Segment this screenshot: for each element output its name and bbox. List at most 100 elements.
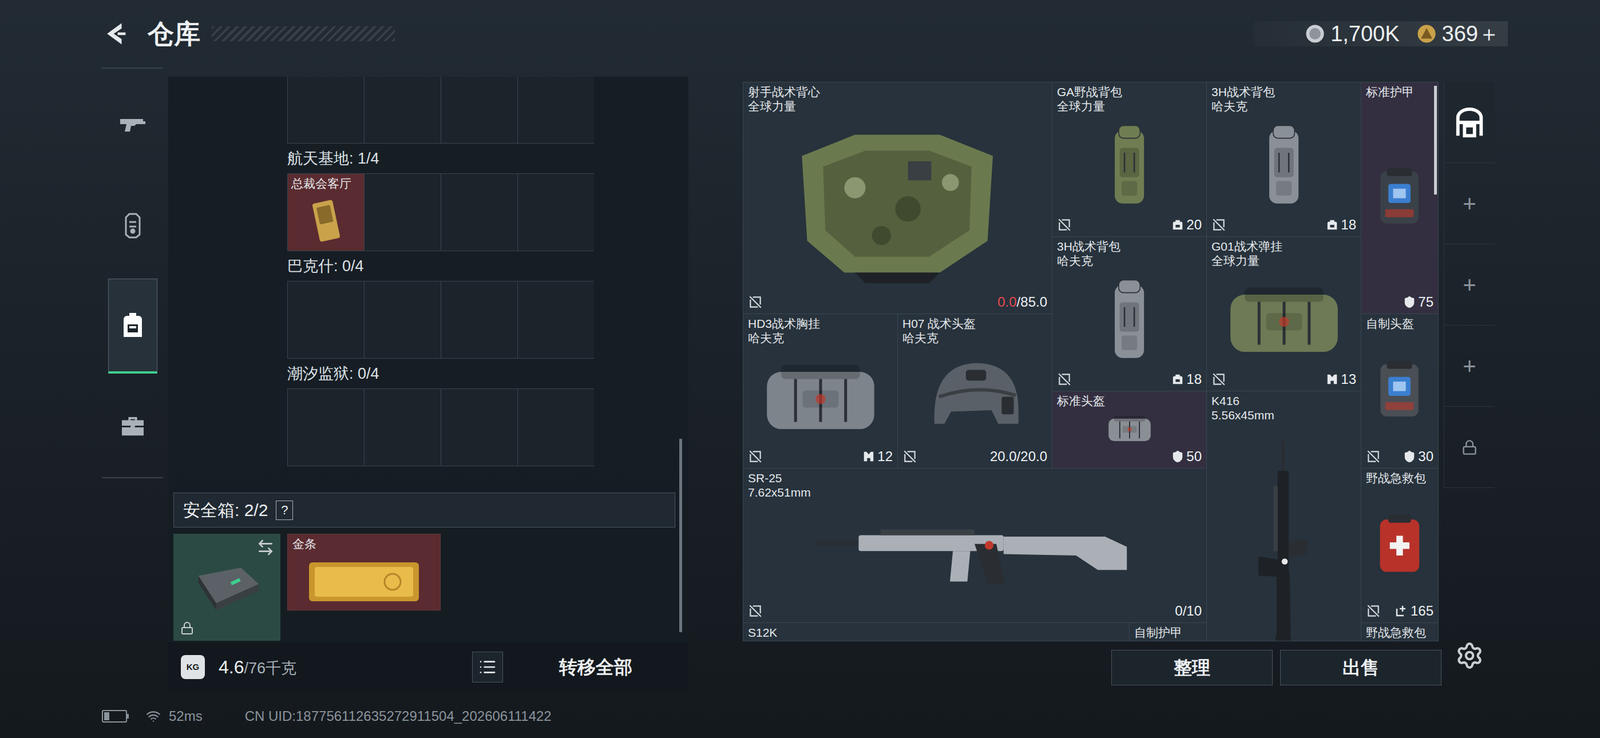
stash-section: 射手战术背心全球力量0.0/85.0GA野战背包全球力量203H战术背包哈夫克1… — [742, 81, 1439, 686]
key-slot[interactable] — [441, 281, 518, 359]
settings-icon[interactable] — [1455, 641, 1484, 671]
stash-item[interactable]: 3H战术背包哈夫克18 — [1052, 236, 1207, 391]
key-slot[interactable] — [517, 76, 594, 144]
armor-level-icon — [1171, 450, 1184, 463]
stash-item[interactable]: 标准头盔50 — [1052, 391, 1207, 469]
scrollbar[interactable] — [679, 438, 683, 633]
key-slot[interactable] — [364, 281, 441, 359]
stash-item[interactable]: HD3战术胸挂哈夫克12 — [743, 314, 898, 469]
item-footer: 165 — [1361, 603, 1439, 623]
key-slot[interactable] — [517, 173, 594, 251]
item-art-area — [743, 345, 898, 449]
item-art-area — [743, 499, 1207, 604]
key-slot[interactable]: 总裁会客厅 — [287, 173, 364, 251]
stat-reading: 13 — [1325, 371, 1357, 388]
item-title: HD3战术胸挂哈夫克 — [743, 314, 898, 346]
key-slot[interactable] — [364, 173, 441, 251]
item-sub: 哈夫克 — [747, 330, 893, 346]
stash-tab[interactable] — [1444, 81, 1495, 164]
item-footer: 75 — [1361, 294, 1439, 314]
key-slot[interactable] — [441, 76, 518, 144]
title-stripe — [211, 26, 395, 42]
swap-icon[interactable] — [256, 538, 275, 557]
currency[interactable]: 1,700K — [1305, 21, 1400, 47]
item-art-area — [743, 113, 1052, 295]
backpack-art — [1067, 278, 1191, 362]
stash-item[interactable]: 自制护甲 — [1129, 623, 1207, 642]
rifle-art — [1245, 440, 1323, 642]
rig-icon — [1325, 373, 1339, 386]
stash-tab[interactable]: + — [1444, 163, 1495, 245]
item-title: 野战急救包 — [1361, 468, 1439, 486]
action-button[interactable]: 出售 — [1280, 650, 1442, 686]
vest-art — [761, 124, 1033, 284]
stash-tabs: +++ — [1443, 81, 1495, 671]
key-slot[interactable] — [517, 389, 594, 466]
item-sub: 7.62x51mm — [747, 485, 1202, 500]
stash-item[interactable]: 野战急救包 165 — [1361, 468, 1439, 623]
item-title: G01战术弹挂全球力量 — [1206, 236, 1361, 268]
keycard-art — [309, 197, 344, 244]
nav-item[interactable] — [101, 275, 164, 377]
no-insure-icon — [747, 294, 763, 310]
stash-item[interactable]: H07 战术头盔哈夫克20.0/20.0 — [897, 314, 1052, 469]
no-insure-icon — [1211, 371, 1227, 387]
item-footer: 30 — [1361, 448, 1439, 469]
stat-reading: 75 — [1403, 294, 1434, 311]
stash-item[interactable]: G01战术弹挂全球力量 13 — [1206, 236, 1361, 391]
item-sub: 哈夫克 — [1056, 253, 1202, 268]
item-art-area — [1052, 408, 1207, 449]
capacity-icon — [1171, 218, 1184, 232]
action-button[interactable]: 整理 — [1111, 650, 1273, 686]
stash-item[interactable]: K4165.56x45mm — [1206, 391, 1361, 642]
nav-item[interactable] — [101, 376, 164, 478]
stash-tab[interactable]: + — [1444, 244, 1495, 326]
back-icon[interactable] — [101, 20, 129, 47]
key-slot[interactable] — [364, 76, 441, 144]
help-button[interactable]: ? — [275, 500, 293, 521]
item-title: 3H战术背包哈夫克 — [1206, 82, 1361, 114]
stash-item[interactable]: GA野战背包全球力量20 — [1052, 82, 1207, 237]
item-title: K4165.56x45mm — [1206, 391, 1361, 423]
nav-item[interactable] — [101, 175, 164, 276]
grid-scrollbar[interactable] — [1434, 85, 1437, 195]
list-button[interactable] — [472, 651, 504, 683]
stash-grid: 射手战术背心全球力量0.0/85.0GA野战背包全球力量203H战术背包哈夫克1… — [743, 82, 1439, 642]
key-slot[interactable] — [287, 389, 364, 466]
stash-grid-panel: 射手战术背心全球力量0.0/85.0GA野战背包全球力量203H战术背包哈夫克1… — [742, 81, 1439, 642]
stash-item[interactable]: 3H战术背包哈夫克18 — [1206, 82, 1361, 237]
key-slot[interactable] — [287, 76, 364, 144]
stash-tab[interactable] — [1444, 406, 1495, 489]
stash-item[interactable]: 标准护甲75 — [1361, 82, 1439, 314]
key-slot[interactable] — [517, 281, 594, 359]
stash-item[interactable]: 野战急救包 — [1361, 623, 1439, 642]
ammo-reading: 0/10 — [1174, 603, 1202, 620]
stash-item[interactable]: 自制头盔 30 — [1361, 314, 1439, 469]
stat-reading: 50 — [1171, 448, 1202, 465]
armor-art — [1375, 353, 1424, 427]
item-footer: 20 — [1052, 216, 1207, 237]
stash-item[interactable]: 射手战术背心全球力量0.0/85.0 — [743, 82, 1052, 314]
currency[interactable]: 369＋ — [1416, 21, 1500, 47]
stash-item[interactable]: SR-257.62x51mm0/10 — [743, 468, 1207, 623]
rifle-art — [761, 515, 1188, 588]
stash-tab[interactable]: + — [1444, 325, 1495, 407]
safebox-bar: 安全箱: 2/2? — [173, 492, 676, 528]
key-slot[interactable] — [441, 173, 518, 251]
safebox-case[interactable] — [173, 533, 281, 641]
no-insure-icon — [1056, 217, 1072, 233]
item-name: HD3战术胸挂 — [747, 316, 893, 331]
stash-item[interactable]: S12K — [743, 623, 1130, 642]
item-art-area — [743, 639, 1130, 642]
item-title: S12K — [743, 623, 1130, 640]
safebox-item[interactable]: 金条 — [287, 533, 441, 611]
item-title: 自制头盔 — [1361, 314, 1439, 331]
list-icon — [478, 658, 497, 677]
item-sub: 5.56x45mm — [1211, 408, 1357, 423]
key-slot[interactable] — [364, 389, 441, 466]
armor-icon — [121, 211, 145, 240]
key-slot[interactable] — [287, 281, 364, 359]
key-slot[interactable] — [441, 389, 518, 466]
nav-item[interactable] — [101, 74, 164, 176]
transfer-all-button[interactable]: 转移全部 — [515, 650, 677, 685]
